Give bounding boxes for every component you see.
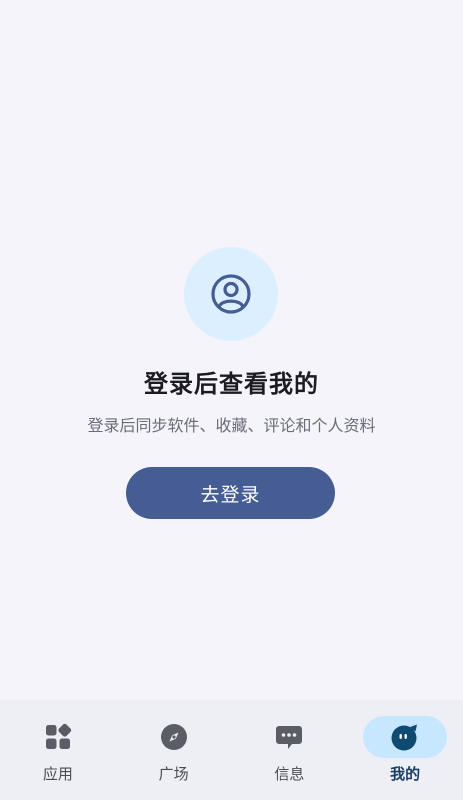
nav-label-messages: 信息 <box>274 765 305 783</box>
page-title: 登录后查看我的 <box>144 370 319 398</box>
nav-item-mine[interactable]: 我的 <box>347 700 463 800</box>
nav-item-messages[interactable]: 信息 <box>232 700 348 800</box>
nav-icon-container <box>247 716 331 758</box>
nav-item-apps[interactable]: 应用 <box>0 700 116 800</box>
login-button[interactable]: 去登录 <box>126 467 335 519</box>
main-content: 登录后查看我的 登录后同步软件、收藏、评论和个人资料 去登录 <box>0 0 463 700</box>
apps-grid-icon <box>45 723 72 749</box>
profile-face-icon <box>391 724 418 751</box>
nav-item-square[interactable]: 广场 <box>116 700 232 800</box>
avatar-placeholder <box>184 247 278 341</box>
user-circle-icon <box>211 274 251 314</box>
nav-label-apps: 应用 <box>42 765 73 783</box>
nav-icon-container <box>16 716 100 758</box>
nav-label-square: 广场 <box>158 765 189 783</box>
nav-icon-container-active <box>363 716 448 758</box>
nav-icon-container <box>132 716 216 758</box>
page-subtitle: 登录后同步软件、收藏、评论和个人资料 <box>87 416 376 435</box>
chat-bubble-icon <box>276 726 303 749</box>
compass-icon <box>160 724 187 750</box>
nav-label-mine: 我的 <box>390 765 421 783</box>
bottom-navigation: 应用 广场 信息 我的 <box>0 700 463 800</box>
